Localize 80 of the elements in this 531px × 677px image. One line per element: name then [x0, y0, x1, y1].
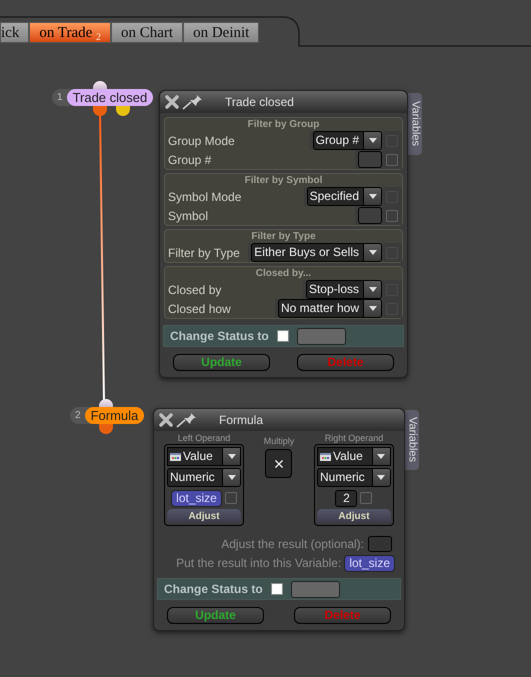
update-button[interactable]: Update	[167, 607, 264, 624]
dropdown[interactable]: Value	[167, 447, 241, 466]
dropdown[interactable]: Value	[316, 447, 391, 466]
value-icon	[170, 452, 181, 460]
value-icon	[320, 452, 331, 460]
dropdown-caret-icon	[368, 194, 376, 199]
dropdown-value: Value	[183, 448, 213, 465]
dropdown[interactable]: Either Buys or Sells	[251, 243, 382, 262]
result-label: Put the result into this Variable:	[176, 555, 342, 572]
tab[interactable]: on Trade $_{2}$	[29, 22, 112, 43]
operator-label: Multiply	[264, 436, 294, 447]
adjust-button[interactable]: Adjust	[316, 509, 391, 523]
output-port[interactable]	[93, 106, 107, 116]
node-chip[interactable]: 2 Formula	[70, 407, 144, 424]
field-label: Closed by	[167, 282, 222, 298]
checkbox[interactable]	[224, 492, 237, 504]
dropdown-caret-icon	[377, 454, 386, 459]
node-number: 2	[75, 409, 81, 423]
status-field[interactable]	[290, 580, 340, 598]
pin-icon[interactable]	[175, 412, 197, 428]
dropdown-caret-icon	[377, 475, 386, 480]
status-label: Change Status to	[164, 581, 263, 598]
dropdown[interactable]: Specified	[306, 187, 382, 206]
close-icon[interactable]	[159, 413, 173, 427]
update-button[interactable]: Update	[173, 354, 270, 371]
window-title: Trade closed	[225, 94, 294, 111]
variable-chip[interactable]: lot_size	[344, 554, 395, 572]
number-field[interactable]: 2	[335, 490, 358, 506]
dropdown[interactable]: No matter how	[278, 299, 382, 318]
operand-label: Right Operand	[324, 433, 384, 444]
adjust-label: Adjust the result (optional):	[221, 536, 364, 552]
section-title: Filter by Group	[246, 118, 320, 131]
dropdown-caret-icon	[368, 250, 376, 255]
output-port[interactable]	[99, 424, 113, 434]
checkbox[interactable]	[386, 210, 398, 222]
dropdown[interactable]: Group #	[312, 131, 382, 150]
dropdown[interactable]: Stop-loss	[306, 280, 382, 299]
window-title: Formula	[219, 412, 264, 429]
dropdown-caret-icon	[368, 287, 376, 292]
field-label: Group #	[167, 152, 212, 168]
section-title: Closed by...	[254, 267, 312, 280]
section-title: Filter by Symbol	[244, 174, 324, 187]
tab[interactable]: on Deinit	[183, 22, 260, 43]
output-port[interactable]	[116, 106, 130, 116]
operator-button[interactable]: ×	[265, 449, 292, 478]
field-label: Symbol	[167, 208, 210, 224]
dropdown[interactable]: Numeric	[167, 468, 241, 487]
node-label: Formula	[84, 407, 144, 424]
node-label: Trade closed	[66, 89, 154, 106]
tab[interactable]: on Chart	[111, 22, 184, 43]
input-field[interactable]	[358, 207, 382, 224]
dropdown-caret-icon	[368, 306, 376, 311]
checkbox[interactable]	[360, 492, 372, 504]
dropdown-caret-icon	[228, 454, 236, 459]
variable-chip[interactable]: lot_size	[171, 490, 222, 506]
dropdown-caret-icon	[368, 138, 376, 143]
node-chip[interactable]: 1 Trade closed	[52, 89, 154, 106]
adjust-button[interactable]: Adjust	[167, 509, 241, 523]
tab[interactable]: ick	[0, 22, 30, 43]
field-label: Group Mode	[167, 132, 236, 150]
dropdown-value: Value	[332, 448, 363, 465]
field-label: Symbol Mode	[167, 188, 242, 206]
variables-tab[interactable]: Variables	[408, 93, 422, 155]
status-field[interactable]	[296, 328, 346, 344]
status-label: Change Status to	[170, 328, 269, 345]
input-field[interactable]	[368, 536, 392, 552]
dropdown-caret-icon	[228, 475, 236, 480]
checkbox[interactable]	[386, 154, 398, 166]
close-icon[interactable]	[165, 95, 179, 109]
dropdown[interactable]: Numeric	[316, 468, 391, 487]
field-label: Closed how	[167, 300, 232, 318]
field-label: Filter by Type	[167, 244, 241, 262]
operand-label: Left Operand	[178, 433, 230, 444]
checkbox[interactable]	[270, 583, 283, 595]
variables-tab[interactable]: Variables	[405, 410, 419, 470]
input-field[interactable]	[358, 151, 382, 168]
checkbox[interactable]	[276, 330, 289, 342]
pin-icon[interactable]	[181, 94, 203, 110]
section-title: Filter by Type	[250, 230, 317, 243]
node-number: 1	[57, 91, 63, 105]
